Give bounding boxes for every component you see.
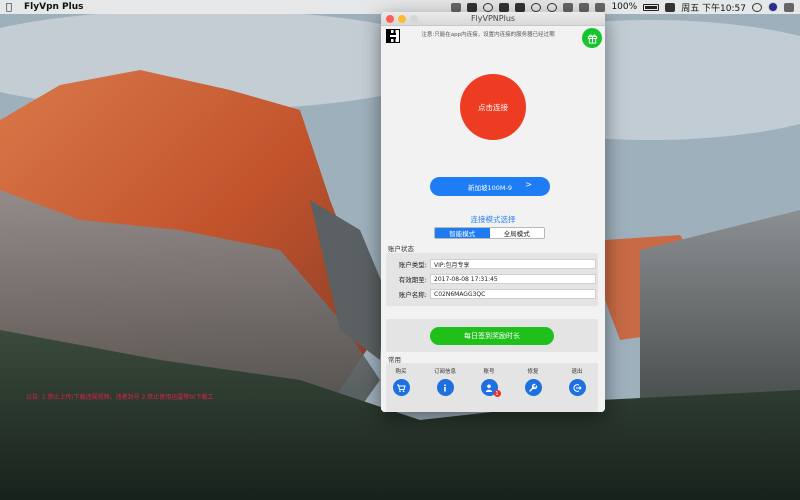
account-panel: 账户类型: VIP:包月专享 有效期至: 2017-08-08 17:31:45… xyxy=(386,253,598,306)
window-zoom-button[interactable] xyxy=(410,14,418,23)
tool-subscription[interactable]: 订阅信息 xyxy=(430,367,460,397)
tool-exit[interactable]: 退出 xyxy=(562,367,592,397)
account-name-value: C02N6MAGG3QC xyxy=(430,289,596,299)
account-badge: 1 xyxy=(493,390,501,397)
tool-buy[interactable]: 购买 xyxy=(386,367,416,397)
account-type-value: VIP:包月专享 xyxy=(430,259,596,269)
gift-icon xyxy=(587,34,597,44)
chevron-right-icon: > xyxy=(525,180,532,189)
info-icon[interactable] xyxy=(436,379,454,396)
status-eye-icon[interactable] xyxy=(531,2,542,12)
mode-title: 连接模式选择 xyxy=(470,215,516,224)
window-minimize-button[interactable] xyxy=(398,14,406,23)
tool-repair[interactable]: 修复 xyxy=(518,367,548,397)
tool-subscription-label: 订阅信息 xyxy=(433,369,456,375)
window-close-button[interactable] xyxy=(386,14,394,23)
connect-button[interactable]: 点击连接 xyxy=(460,74,526,140)
tool-account-label: 账号 xyxy=(483,369,495,375)
notification-center-icon[interactable] xyxy=(784,2,794,12)
status-grid-icon[interactable] xyxy=(467,2,478,12)
status-battery-app-icon[interactable] xyxy=(515,2,526,12)
gift-button[interactable] xyxy=(582,28,602,48)
menu-clock[interactable]: 周五 下午10:57 xyxy=(681,1,746,14)
status-app-icon[interactable] xyxy=(451,2,462,12)
user-icon[interactable]: 1 xyxy=(480,379,501,397)
status-box-icon[interactable] xyxy=(499,2,510,12)
mode-smart-button[interactable]: 智能模式 xyxy=(435,228,490,238)
mode-segmented-control: 智能模式 全局模式 xyxy=(434,227,545,239)
logout-icon[interactable] xyxy=(568,379,586,396)
tool-repair-label: 修复 xyxy=(527,369,539,375)
window-titlebar[interactable]: FlyVPNPlus xyxy=(381,12,605,26)
account-section-label: 账户状态 xyxy=(388,245,414,253)
time-machine-icon[interactable] xyxy=(547,2,558,12)
signin-panel: 每日签到奖励时长 xyxy=(386,319,598,352)
account-expiry-label: 有效期至: xyxy=(398,276,427,284)
apple-menu-icon[interactable]:  xyxy=(6,2,16,13)
mode-global-button[interactable]: 全局模式 xyxy=(489,228,544,238)
server-select-button[interactable]: 新加坡100M-9 > xyxy=(430,177,550,196)
account-expiry-value: 2017-08-08 17:31:45 xyxy=(430,274,596,284)
announcement-ticker: 公告: 1.禁止上传/下载违规视频。违者封号 2.禁止使用迅雷等bt下载工 xyxy=(26,394,214,401)
account-name-row: 账户名称: C02N6MAGG3QC xyxy=(390,289,596,299)
daily-signin-button[interactable]: 每日签到奖励时长 xyxy=(430,327,554,345)
account-type-row: 账户类型: VIP:包月专享 xyxy=(390,259,596,269)
tool-buy-label: 购买 xyxy=(395,369,407,375)
account-type-label: 账户类型: xyxy=(398,261,427,269)
account-name-label: 账户名称: xyxy=(398,291,427,299)
input-source-icon[interactable] xyxy=(665,2,676,12)
menu-app-name[interactable]: FlyVpn Plus xyxy=(24,2,84,12)
top-notice: 注意:只能在app内连接，设置内连接的服务器已经过期 xyxy=(421,32,555,38)
common-tools-panel: 购买 订阅信息 账号 1 修复 退出 xyxy=(386,363,598,412)
wrench-icon[interactable] xyxy=(524,379,542,396)
battery-percent: 100% xyxy=(611,2,638,12)
tool-account[interactable]: 账号 1 xyxy=(474,367,504,397)
window-content: 注意:只能在app内连接，设置内连接的服务器已经过期 点击连接 新加坡100M-… xyxy=(381,26,605,412)
status-vpn-icon[interactable] xyxy=(483,2,494,12)
volume-icon[interactable] xyxy=(579,2,590,12)
spotlight-icon[interactable] xyxy=(752,2,762,12)
qr-code-icon[interactable] xyxy=(386,29,400,43)
bluetooth-icon[interactable] xyxy=(563,2,574,12)
flyvpn-window: FlyVPNPlus 注意:只能在app内连接，设置内连接的服务器已经过期 点击… xyxy=(381,12,605,412)
wifi-icon[interactable] xyxy=(595,2,606,12)
battery-icon[interactable] xyxy=(643,3,660,11)
server-name: 新加坡100M-9 xyxy=(468,183,512,192)
siri-icon[interactable] xyxy=(768,2,778,12)
tool-exit-label: 退出 xyxy=(571,369,583,375)
account-expiry-row: 有效期至: 2017-08-08 17:31:45 xyxy=(390,274,596,284)
cart-icon[interactable] xyxy=(392,379,410,396)
